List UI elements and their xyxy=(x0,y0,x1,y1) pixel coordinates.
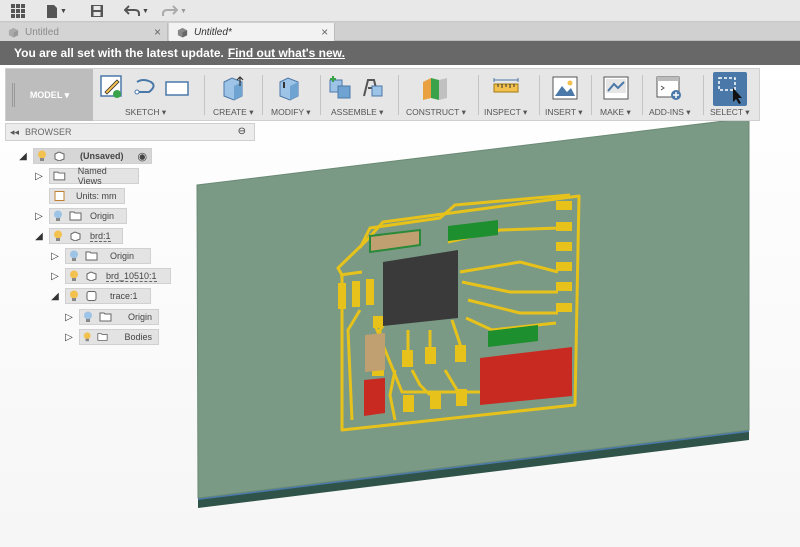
units-document-icon xyxy=(54,191,65,201)
add-ins-menu-label[interactable]: ADD-INS ▾ xyxy=(649,107,691,118)
collapsed-arrow-icon[interactable]: ▷ xyxy=(33,211,45,222)
tree-item-named-views[interactable]: Named Views xyxy=(49,166,139,186)
folder-icon xyxy=(53,171,66,181)
tree-row[interactable]: ▷ Named Views xyxy=(33,166,139,186)
tree-label: Origin xyxy=(110,251,135,261)
construct-menu-label[interactable]: CONSTRUCT ▾ xyxy=(406,107,466,118)
folder-icon xyxy=(99,312,112,322)
tree-item-bodies[interactable]: Bodies xyxy=(79,329,159,345)
microcontroller-chip xyxy=(383,250,458,326)
create-extrude-icon[interactable] xyxy=(220,74,248,102)
tree-item-brd-10510[interactable]: brd_10510:1 xyxy=(65,268,171,284)
toolbar-divider xyxy=(478,75,479,115)
tree-row[interactable]: ▷ Origin xyxy=(63,309,159,325)
inspect-menu-label[interactable]: INSPECT ▾ xyxy=(484,107,527,118)
insert-menu-label[interactable]: INSERT ▾ xyxy=(545,107,583,118)
create-menu-label[interactable]: CREATE ▾ xyxy=(213,107,253,118)
workspace-switcher[interactable]: MODEL ▾ xyxy=(6,69,93,121)
add-ins-script-icon[interactable] xyxy=(655,74,683,102)
tree-row[interactable]: ◢ brd:1 xyxy=(33,228,123,244)
tree-label: trace:1 xyxy=(110,291,138,301)
tree-row[interactable]: ▷ Origin xyxy=(33,208,127,224)
component-icon xyxy=(86,291,97,301)
toolbar-grip-icon xyxy=(12,83,15,107)
browser-header[interactable]: ◂◂ BROWSER ⊖ xyxy=(5,123,255,141)
select-cursor-icon xyxy=(718,77,742,104)
tree-label: brd:1 xyxy=(90,230,111,242)
tan-component xyxy=(365,333,385,372)
tree-row[interactable]: ▷ Origin xyxy=(49,248,151,264)
visibility-bulb-icon[interactable] xyxy=(37,150,47,162)
tree-label: brd_10510:1 xyxy=(106,270,157,282)
construct-plane-icon[interactable] xyxy=(421,74,449,102)
folder-icon xyxy=(69,211,82,221)
tree-label: Origin xyxy=(127,312,152,322)
visibility-bulb-icon[interactable] xyxy=(53,210,63,222)
tree-label: Origin xyxy=(90,211,115,221)
collapse-panel-icon[interactable]: ◂◂ xyxy=(10,127,19,138)
collapsed-arrow-icon[interactable]: ▷ xyxy=(33,171,45,182)
tree-row[interactable]: ▷ Bodies xyxy=(63,329,159,345)
toolbar-divider xyxy=(539,75,540,115)
tree-item-origin[interactable]: Origin xyxy=(65,248,151,264)
collapsed-arrow-icon[interactable]: ▷ xyxy=(49,251,61,262)
expanded-arrow-icon[interactable]: ◢ xyxy=(17,151,29,162)
tree-item-units[interactable]: Units: mm xyxy=(49,188,125,204)
visibility-bulb-icon[interactable] xyxy=(83,311,93,323)
browser-title: BROWSER xyxy=(25,127,72,137)
tree-label: Named Views xyxy=(77,166,107,186)
make-3d-print-icon[interactable] xyxy=(602,74,630,102)
red-component-small xyxy=(364,378,385,416)
toolbar-divider xyxy=(591,75,592,115)
visibility-bulb-icon[interactable] xyxy=(69,250,79,262)
tree-item-root[interactable]: (Unsaved) ◉ xyxy=(33,148,153,164)
toolbar-divider xyxy=(642,75,643,115)
modify-menu-label[interactable]: MODIFY ▾ xyxy=(271,107,311,118)
tree-root-row[interactable]: ◢ (Unsaved) ◉ xyxy=(17,148,153,164)
main-toolbar: MODEL ▾ SKETCH ▾ CREATE ▾ MODIFY ▾ ASSEM… xyxy=(5,68,760,121)
minimize-icon[interactable]: ⊖ xyxy=(238,126,246,137)
tree-row[interactable]: ▷ brd_10510:1 xyxy=(49,268,171,284)
component-icon xyxy=(70,231,81,241)
collapsed-arrow-icon[interactable]: ▷ xyxy=(63,332,75,343)
toolbar-divider xyxy=(320,75,321,115)
expanded-arrow-icon[interactable]: ◢ xyxy=(33,231,45,242)
folder-icon xyxy=(97,333,109,341)
visibility-bulb-icon[interactable] xyxy=(53,230,63,242)
collapsed-arrow-icon[interactable]: ▷ xyxy=(63,312,75,323)
sketch-menu-label[interactable]: SKETCH ▾ xyxy=(125,107,166,118)
visibility-bulb-icon[interactable] xyxy=(83,331,91,343)
make-menu-label[interactable]: MAKE ▾ xyxy=(600,107,631,118)
tree-row[interactable]: ◢ trace:1 xyxy=(49,288,151,304)
toolbar-divider xyxy=(703,75,704,115)
tree-label: Units: mm xyxy=(76,191,117,201)
modify-press-pull-icon[interactable] xyxy=(276,74,304,102)
assemble-icons[interactable] xyxy=(328,74,388,102)
select-tool-button[interactable] xyxy=(713,72,747,106)
visibility-bulb-icon[interactable] xyxy=(69,290,79,302)
component-icon xyxy=(54,151,65,161)
tree-item-origin[interactable]: Origin xyxy=(79,309,159,325)
visibility-bulb-icon[interactable] xyxy=(69,270,79,282)
toolbar-divider xyxy=(204,75,205,115)
tree-label: (Unsaved) xyxy=(80,151,124,161)
insert-image-icon[interactable] xyxy=(551,74,579,102)
tree-item-trace[interactable]: trace:1 xyxy=(65,288,151,304)
activate-radio-icon[interactable]: ◉ xyxy=(138,150,148,163)
sketch-tools-icons[interactable] xyxy=(99,74,189,102)
select-menu-label[interactable]: SELECT ▾ xyxy=(710,107,750,118)
inspect-measure-icon[interactable] xyxy=(492,74,520,102)
component-icon xyxy=(86,271,97,281)
assemble-menu-label[interactable]: ASSEMBLE ▾ xyxy=(331,107,383,118)
workspace-label: MODEL ▾ xyxy=(29,89,70,100)
tree-label: Bodies xyxy=(124,332,152,342)
collapsed-arrow-icon[interactable]: ▷ xyxy=(49,271,61,282)
expanded-arrow-icon[interactable]: ◢ xyxy=(49,291,61,302)
toolbar-divider xyxy=(262,75,263,115)
folder-icon xyxy=(85,251,98,261)
tree-item-origin[interactable]: Origin xyxy=(49,208,127,224)
tree-item-brd[interactable]: brd:1 xyxy=(49,228,123,244)
tree-row[interactable]: Units: mm xyxy=(49,188,125,204)
toolbar-divider xyxy=(398,75,399,115)
